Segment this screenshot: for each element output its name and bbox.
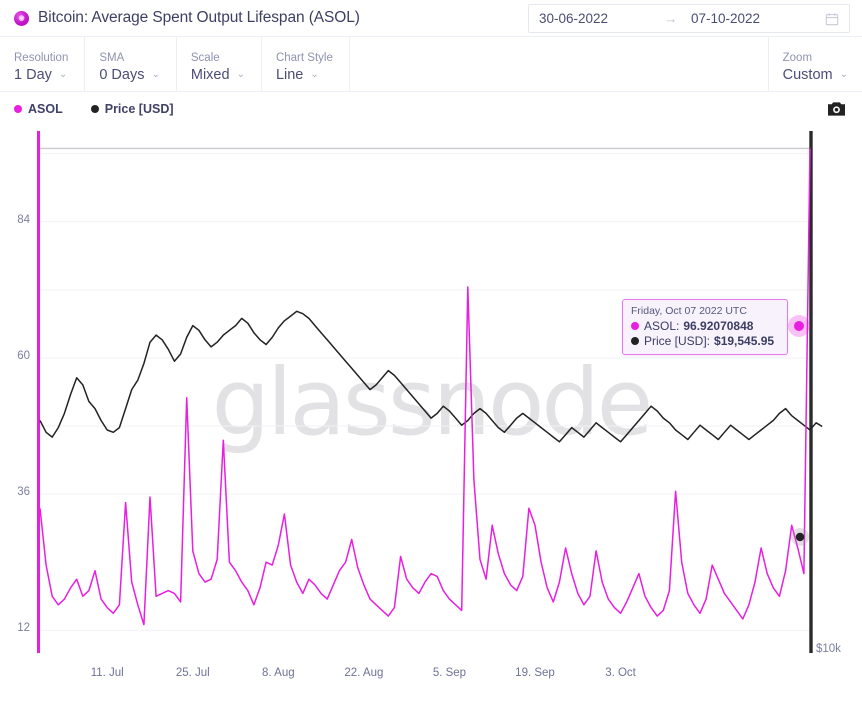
asol-marker <box>794 321 804 331</box>
date-range-arrow-icon: → <box>664 11 678 26</box>
chevron-down-icon: ⌄ <box>151 69 160 80</box>
logo-glyph: ◉ <box>18 14 25 22</box>
asol-line <box>39 148 811 626</box>
legend-item-price[interactable]: Price [USD] <box>90 101 174 116</box>
control-resolution-value[interactable]: 1 Day ⌄ <box>14 67 68 83</box>
tooltip-name-price: Price [USD]: <box>644 334 711 348</box>
control-sma-text: 0 Days <box>99 67 145 83</box>
chart-area[interactable]: glassnode 84 60 36 12 11. Jul 25. Jul 8. Aug 2… <box>0 125 862 705</box>
x-axis-tick: 11. Jul <box>90 667 124 679</box>
legend-dot-price <box>90 104 99 113</box>
chart-gridlines <box>40 153 810 631</box>
tooltip-name-asol: ASOL: <box>644 319 680 333</box>
date-range-end[interactable]: 07-10-2022 <box>691 11 825 26</box>
chevron-down-icon: ⌄ <box>839 69 848 80</box>
toolbar-spacer <box>350 37 769 91</box>
tooltip-dot-asol <box>631 322 639 330</box>
tooltip-date: Friday, Oct 07 2022 UTC <box>631 305 747 317</box>
control-scale[interactable]: Scale Mixed ⌄ <box>177 37 262 91</box>
date-range-picker[interactable]: 30-06-2022 → 07-10-2022 <box>528 4 850 33</box>
chevron-down-icon: ⌄ <box>236 69 245 80</box>
y-axis-tick: 60 <box>17 349 30 362</box>
control-sma[interactable]: SMA 0 Days ⌄ <box>85 37 177 91</box>
tooltip-dot-price <box>631 337 639 345</box>
control-scale-label: Scale <box>190 52 220 64</box>
control-resolution-label: Resolution <box>14 52 69 64</box>
tooltip-row-price: Price [USD]: $19,545.95 <box>631 334 779 348</box>
calendar-icon[interactable] <box>825 12 839 26</box>
chart-toolbar: Resolution 1 Day ⌄ SMA 0 Days ⌄ Scale Mi… <box>0 37 862 92</box>
chevron-down-icon: ⌄ <box>58 69 68 80</box>
x-axis-tick: 25. Jul <box>175 667 210 679</box>
x-axis-tick: 5. Sep <box>432 667 467 679</box>
legend-dot-asol <box>14 104 22 113</box>
control-chart-style-value[interactable]: Line ⌄ <box>276 67 333 83</box>
chevron-down-icon: ⌄ <box>310 69 319 80</box>
hover-tooltip: Friday, Oct 07 2022 UTC ASOL: 96.9207084… <box>622 299 788 355</box>
control-zoom-value[interactable]: Custom ⌄ <box>783 67 848 83</box>
control-scale-text: Mixed <box>190 67 230 83</box>
legend-item-asol[interactable]: ASOL <box>14 102 63 116</box>
tooltip-value-asol: 96.92070848 <box>683 319 754 333</box>
y-axis-tick: 36 <box>17 486 30 499</box>
control-scale-value[interactable]: Mixed ⌄ <box>191 67 245 83</box>
control-zoom[interactable]: Zoom Custom ⌄ <box>769 37 862 91</box>
tooltip-value-price: $19,545.95 <box>714 334 775 348</box>
control-zoom-label: Zoom <box>782 52 813 64</box>
x-axis-tick: 22. Aug <box>344 667 384 679</box>
control-sma-value[interactable]: 0 Days ⌄ <box>99 67 160 83</box>
price-marker <box>795 532 805 542</box>
control-zoom-text: Custom <box>782 67 833 83</box>
control-chart-style-text: Line <box>275 67 304 83</box>
tooltip-row-asol: ASOL: 96.92070848 <box>631 319 779 333</box>
page-title: Bitcoin: Average Spent Output Lifespan (… <box>38 9 360 26</box>
legend-label-asol: ASOL <box>28 101 63 116</box>
chart-plot[interactable] <box>0 125 862 705</box>
control-chart-style-label: Chart Style <box>275 52 333 64</box>
page-header: ◉ Bitcoin: Average Spent Output Lifespan… <box>0 0 862 37</box>
control-resolution[interactable]: Resolution 1 Day ⌄ <box>0 37 86 91</box>
x-axis-tick: 19. Sep <box>515 667 555 679</box>
y-axis-tick: 84 <box>17 213 30 226</box>
glassnode-logo-icon: ◉ <box>14 10 29 26</box>
camera-icon[interactable] <box>827 100 846 117</box>
legend-label-price: Price [USD] <box>104 101 174 116</box>
y-axis-right-label: $10k <box>816 643 841 655</box>
date-range-start[interactable]: 30-06-2022 <box>539 11 651 26</box>
control-resolution-text: 1 Day <box>14 67 52 83</box>
x-axis-tick: 3. Oct <box>605 667 636 679</box>
y-axis-tick: 12 <box>17 622 30 635</box>
x-axis-tick: 8. Aug <box>262 667 295 679</box>
chart-legend: ASOL Price [USD] <box>0 92 862 125</box>
control-chart-style[interactable]: Chart Style Line ⌄ <box>262 37 350 91</box>
control-sma-label: SMA <box>99 52 125 64</box>
